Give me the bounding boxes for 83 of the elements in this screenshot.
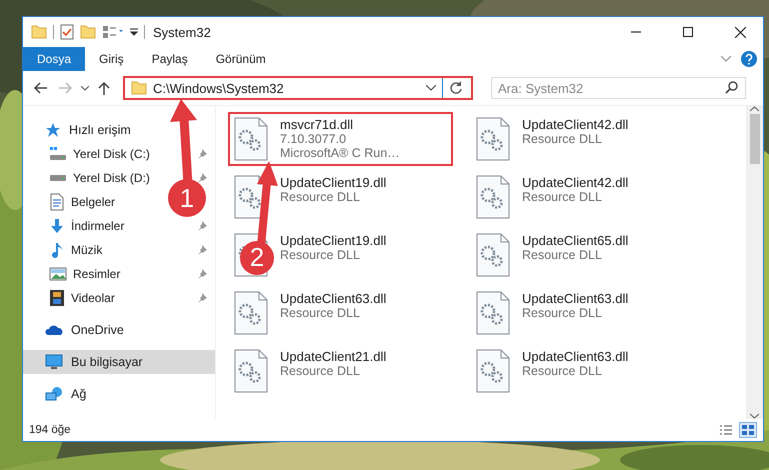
file-detail: 7.10.3077.0: [280, 132, 348, 146]
step-marker: 2: [240, 241, 274, 275]
file-name[interactable]: UpdateClient63.dll: [280, 291, 386, 306]
folder-icon: [131, 81, 147, 95]
maximize-icon: [683, 27, 693, 37]
sidebar-item[interactable]: Belgeler: [23, 190, 165, 214]
settings-file-icon: [234, 117, 268, 161]
sidebar-item[interactable]: Hızlı erişim: [23, 118, 215, 142]
music-note-icon: [49, 242, 65, 258]
recent-caret-icon[interactable]: [81, 86, 89, 90]
settings-file-icon: [234, 291, 268, 335]
search-field[interactable]: Ara: System32: [491, 77, 746, 99]
close-icon: [734, 26, 746, 38]
step-marker: 1: [168, 179, 206, 217]
cloud-icon: [45, 324, 63, 336]
item-count: 194 öğe: [29, 424, 72, 436]
window-title: System32: [153, 24, 212, 40]
checklist-icon[interactable]: [60, 24, 74, 40]
file-name[interactable]: UpdateClient19.dll: [280, 233, 386, 248]
file-name[interactable]: UpdateClient42.dll: [522, 175, 628, 190]
file-detail: Resource DLL: [522, 364, 603, 378]
search-icon: [725, 81, 738, 94]
drive-icon: [49, 174, 67, 182]
file-detail: Resource DLL: [522, 132, 603, 146]
file-detail: Resource DLL: [280, 364, 361, 378]
address-field[interactable]: C:\Windows\System32: [123, 76, 473, 100]
settings-file-icon: [476, 349, 510, 393]
scroll-up-icon[interactable]: [750, 106, 759, 112]
sidebar-item[interactable]: Yerel Disk (C:): [23, 142, 165, 166]
ribbon-tab[interactable]: Giriş: [85, 47, 138, 71]
file-detail: Resource DLL: [280, 190, 361, 204]
file-name[interactable]: UpdateClient63.dll: [522, 291, 628, 306]
settings-file-icon: [476, 175, 510, 219]
file-detail: Resource DLL: [522, 248, 603, 262]
network-icon: [45, 386, 63, 402]
film-icon: [49, 289, 65, 307]
forward-arrow-icon: [59, 82, 73, 94]
settings-file-icon: [234, 349, 268, 393]
sidebar-item[interactable]: İndirmeler: [23, 214, 165, 238]
ribbon-tab[interactable]: Paylaş: [138, 47, 202, 71]
customize-caret-icon[interactable]: [130, 28, 138, 36]
file-name[interactable]: UpdateClient65.dll: [522, 233, 628, 248]
up-arrow-icon: [98, 81, 110, 95]
back-arrow-icon: [33, 82, 47, 94]
sidebar-item[interactable]: Ağ: [23, 382, 215, 406]
settings-file-icon: [476, 233, 510, 277]
sidebar-item[interactable]: Yerel Disk (D:): [23, 166, 165, 190]
file-detail: Resource DLL: [522, 306, 603, 320]
download-icon: [49, 218, 65, 234]
file-detail: Resource DLL: [522, 190, 603, 204]
scroll-down-icon[interactable]: [750, 413, 759, 419]
picture-icon: [49, 267, 67, 281]
settings-file-icon: [476, 117, 510, 161]
scroll-thumb[interactable]: [750, 114, 760, 164]
sidebar-item[interactable]: Resimler: [23, 262, 165, 286]
scrollbar[interactable]: [746, 106, 763, 419]
file-name[interactable]: UpdateClient63.dll: [522, 349, 628, 364]
sidebar-item[interactable]: OneDrive: [23, 318, 215, 342]
file-name[interactable]: msvcr71d.dll: [280, 117, 400, 132]
settings-file-icon: [476, 291, 510, 335]
folder-icon: [80, 25, 96, 39]
file-name[interactable]: UpdateClient19.dll: [280, 175, 386, 190]
tiles-view-button[interactable]: [739, 422, 757, 438]
refresh-icon[interactable]: [449, 81, 463, 95]
drive-icon: [49, 146, 67, 162]
ribbon-tab[interactable]: Dosya: [23, 47, 86, 71]
monitor-icon: [45, 354, 63, 370]
file-detail: MicrosoftA® C Run…: [280, 146, 400, 160]
document-icon: [49, 193, 65, 211]
help-icon[interactable]: [741, 51, 757, 67]
sidebar-item[interactable]: Bu bilgisayar: [23, 350, 215, 374]
dropdown-caret-icon[interactable]: [426, 85, 436, 91]
sidebar-item[interactable]: Müzik: [23, 238, 165, 262]
ribbon-tab[interactable]: Görünüm: [202, 47, 280, 71]
file-detail: Resource DLL: [280, 306, 361, 320]
sidebar-item[interactable]: Videolar: [23, 286, 165, 310]
star-icon: [45, 122, 61, 138]
expand-ribbon-icon[interactable]: [721, 56, 731, 62]
properties-list-icon[interactable]: [102, 25, 124, 39]
file-detail: Resource DLL: [280, 248, 361, 262]
folder-icon: [31, 25, 47, 39]
file-name[interactable]: UpdateClient21.dll: [280, 349, 386, 364]
file-name[interactable]: UpdateClient42.dll: [522, 117, 628, 132]
